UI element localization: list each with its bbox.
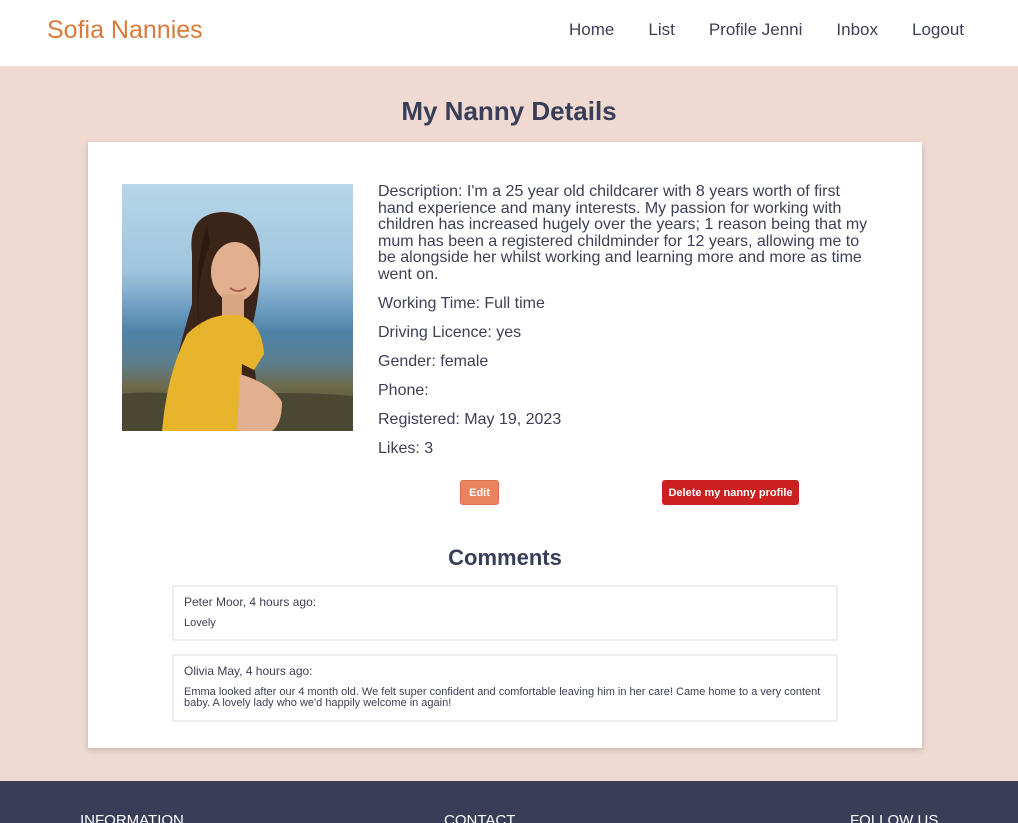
footer: INFORMATION CONTACT FOLLOW US	[0, 781, 1018, 823]
comment-body: Emma looked after our 4 month old. We fe…	[184, 686, 821, 709]
phone: Phone:	[378, 382, 429, 399]
description-text: Description: I'm a 25 year old childcare…	[378, 183, 868, 283]
likes-count: Likes: 3	[378, 440, 434, 457]
footer-contact-heading: CONTACT	[444, 812, 516, 823]
nav-links: Home List Profile Jenni Inbox Logout	[569, 20, 964, 40]
nanny-details-card: Description: I'm a 25 year old childcare…	[88, 142, 922, 748]
navbar: Sofia Nannies Home List Profile Jenni In…	[0, 0, 1018, 66]
gender: Gender: female	[378, 353, 489, 370]
edit-button[interactable]: Edit	[460, 480, 499, 505]
comment-item: Peter Moor, 4 hours ago: Lovely	[172, 585, 838, 641]
registered-date: Registered: May 19, 2023	[378, 411, 562, 428]
nanny-photo-illustration	[122, 212, 353, 431]
driving-licence: Driving Licence: yes	[378, 324, 522, 341]
comment-item: Olivia May, 4 hours ago: Emma looked aft…	[172, 654, 838, 722]
page-title: My Nanny Details	[401, 96, 617, 126]
nanny-photo	[122, 184, 353, 431]
comment-body: Lovely	[184, 617, 216, 629]
nav-profile[interactable]: Profile Jenni	[709, 20, 803, 40]
comments-title: Comments	[448, 545, 562, 570]
nav-inbox[interactable]: Inbox	[836, 20, 878, 40]
nav-home[interactable]: Home	[569, 20, 614, 40]
footer-information-heading: INFORMATION	[80, 812, 184, 823]
footer-follow-heading: FOLLOW US	[850, 812, 939, 823]
nav-list[interactable]: List	[648, 20, 674, 40]
nanny-details: Description: I'm a 25 year old childcare…	[378, 183, 878, 457]
working-time: Working Time: Full time	[378, 295, 545, 312]
comment-author-time: Peter Moor, 4 hours ago:	[184, 595, 317, 609]
delete-profile-button[interactable]: Delete my nanny profile	[662, 480, 799, 505]
nav-logout[interactable]: Logout	[912, 20, 964, 40]
comment-author-time: Olivia May, 4 hours ago:	[184, 664, 313, 678]
brand-logo[interactable]: Sofia Nannies	[47, 16, 203, 45]
